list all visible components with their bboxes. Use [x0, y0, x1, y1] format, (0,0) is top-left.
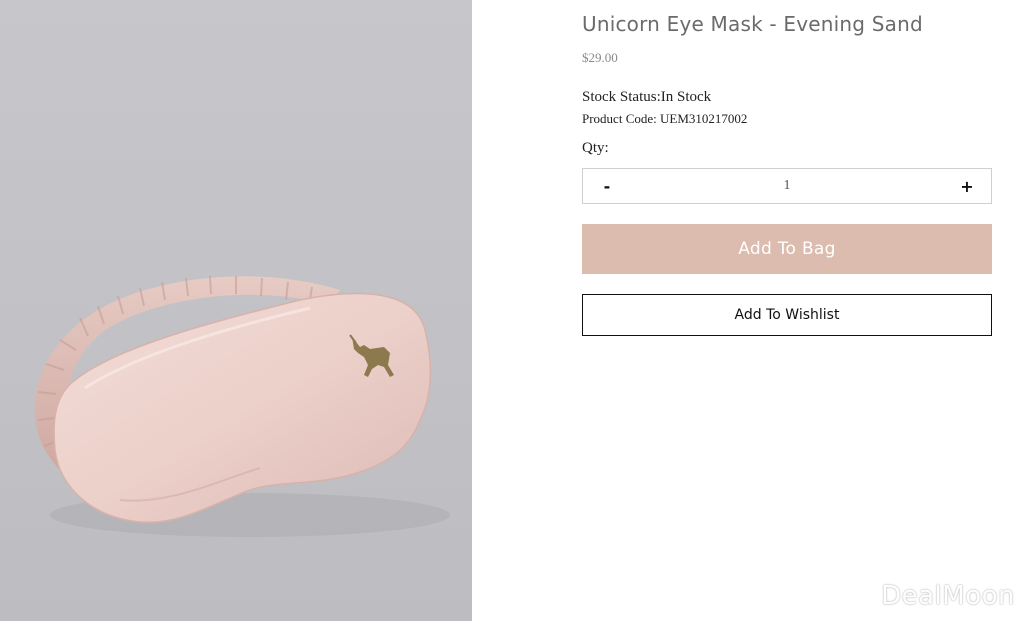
add-to-bag-button[interactable]: Add To Bag [582, 224, 992, 274]
add-to-wishlist-button[interactable]: Add To Wishlist [582, 294, 992, 336]
product-title: Unicorn Eye Mask - Evening Sand [582, 12, 923, 36]
dealmoon-watermark: DealMoon [881, 581, 1015, 611]
eye-mask-illustration [34, 275, 450, 537]
quantity-stepper: - + [582, 168, 992, 204]
quantity-input[interactable] [643, 169, 931, 203]
product-code: Product Code: UEM310217002 [582, 111, 748, 126]
increase-quantity-button[interactable]: + [945, 169, 989, 203]
quantity-label: Qty: [582, 140, 609, 156]
product-price: $29.00 [582, 50, 618, 65]
decrease-quantity-button[interactable]: - [585, 169, 629, 203]
stock-status: Stock Status:In Stock [582, 89, 712, 105]
product-image[interactable] [0, 0, 472, 621]
